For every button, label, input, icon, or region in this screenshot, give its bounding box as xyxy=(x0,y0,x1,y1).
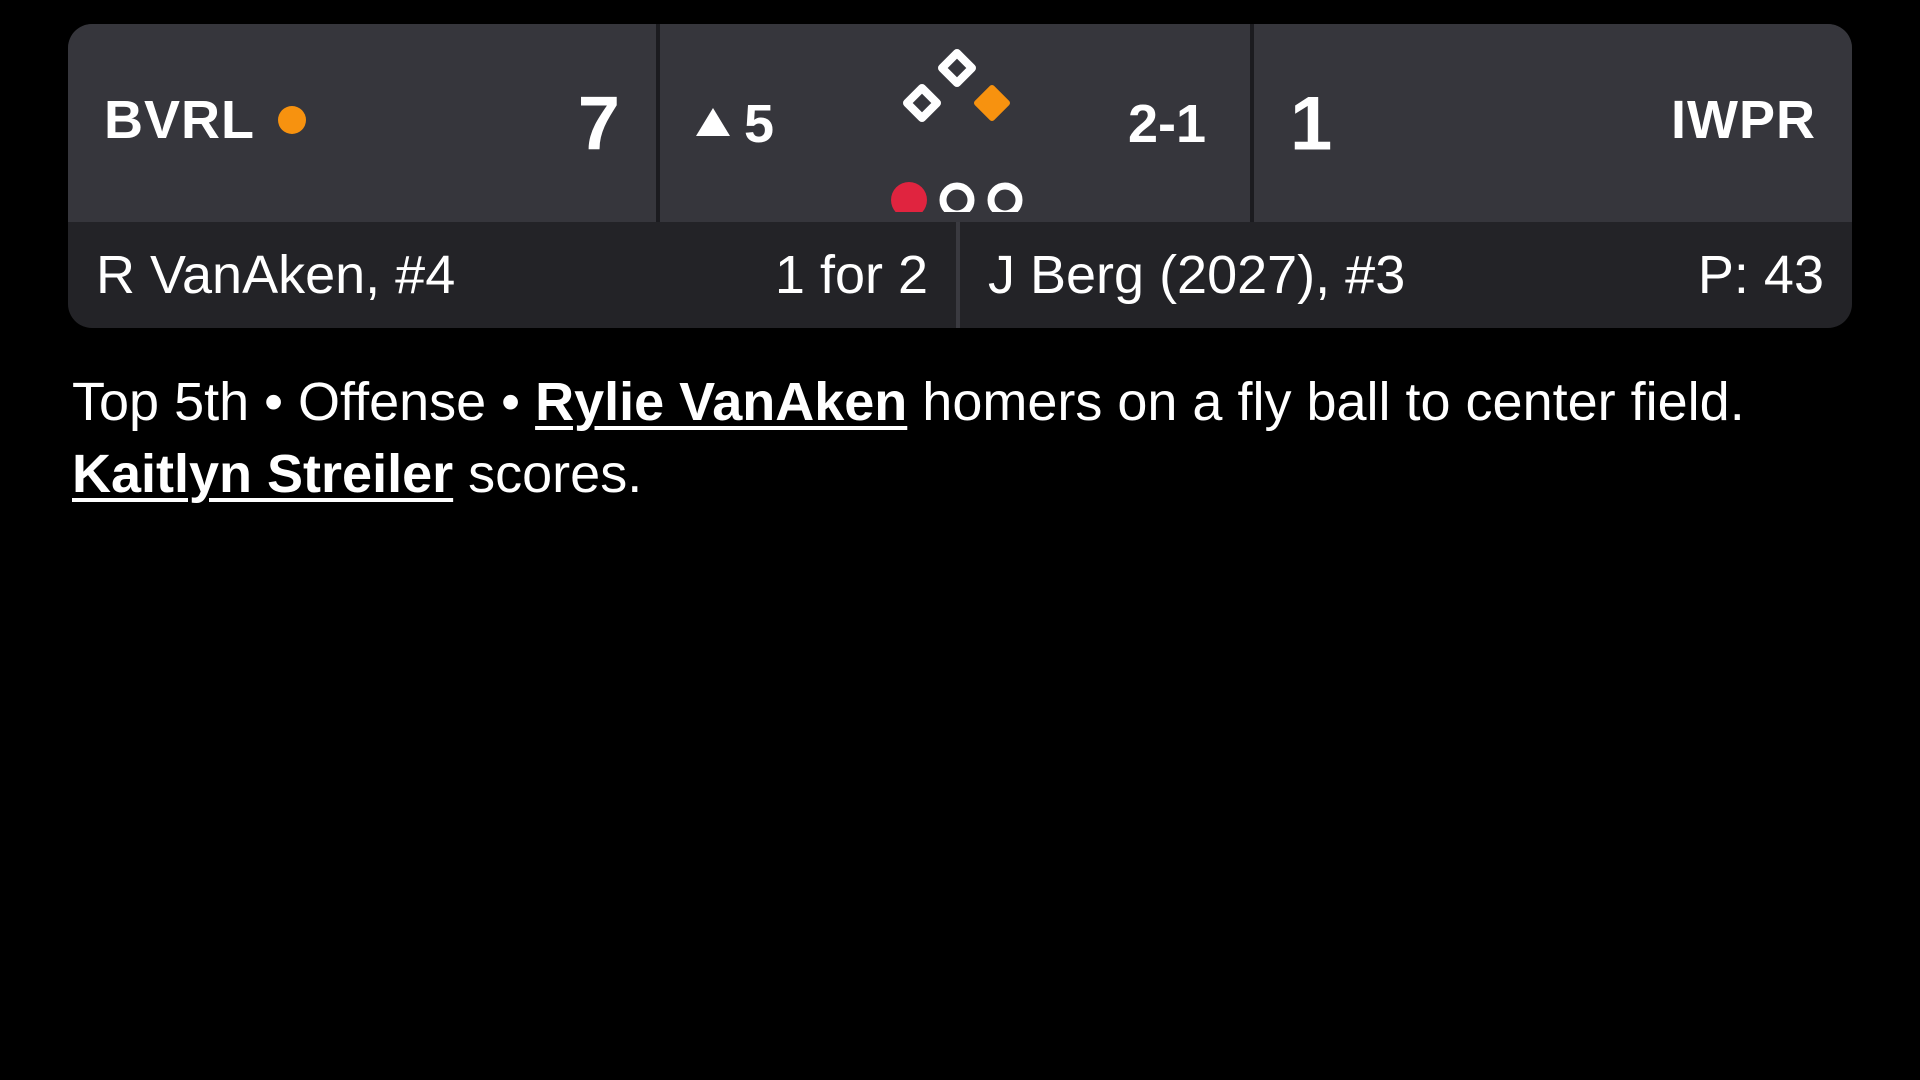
scoreboard: BVRL 7 5 2-1 1 IWPR R VanAken, #4 1 for … xyxy=(68,24,1852,328)
play-suffix: scores. xyxy=(453,444,643,504)
ball-strike-count: 2-1 xyxy=(1127,94,1206,154)
batter-name: R VanAken, #4 xyxy=(96,245,456,305)
triangle-up-icon xyxy=(696,108,730,136)
away-team-score: 7 xyxy=(577,81,620,167)
batter-panel[interactable]: R VanAken, #4 1 for 2 xyxy=(68,222,960,328)
bases-diamond-icon xyxy=(891,49,1023,218)
batter-stat: 1 for 2 xyxy=(774,245,928,305)
first-base-icon xyxy=(974,85,1010,121)
play-middle: homers on a fly ball to center field. xyxy=(907,372,1745,432)
inning-indicator: 5 xyxy=(696,93,774,155)
possession-dot-icon xyxy=(278,106,306,134)
player-link-batter[interactable]: Rylie VanAken xyxy=(535,372,907,432)
play-prefix: Top 5th • Offense • xyxy=(72,372,536,432)
inning-number: 5 xyxy=(744,94,775,154)
bases-and-outs xyxy=(882,42,1032,218)
home-team-score: 1 xyxy=(1290,81,1333,167)
second-base-icon xyxy=(938,49,976,87)
pitcher-name: J Berg (2027), #3 xyxy=(988,245,1406,305)
out-indicator-icon xyxy=(939,182,975,218)
home-team-abbr: IWPR xyxy=(1671,90,1816,150)
game-state-panel: 5 2-1 xyxy=(660,24,1254,222)
out-indicator-icon xyxy=(987,182,1023,218)
third-base-icon xyxy=(903,84,941,122)
out-indicator-icon xyxy=(891,182,927,218)
player-link-runner[interactable]: Kaitlyn Streiler xyxy=(72,444,453,504)
pitch-count: P: 43 xyxy=(1697,245,1824,305)
pitcher-panel[interactable]: J Berg (2027), #3 P: 43 xyxy=(960,222,1852,328)
matchup-row: R VanAken, #4 1 for 2 J Berg (2027), #3 … xyxy=(68,222,1852,328)
away-team-abbr: BVRL xyxy=(104,90,255,150)
home-team-panel[interactable]: 1 IWPR xyxy=(1254,24,1852,222)
play-description: Top 5th • Offense • Rylie VanAken homers… xyxy=(72,366,1852,510)
score-row: BVRL 7 5 2-1 1 IWPR xyxy=(68,24,1852,222)
away-team-panel[interactable]: BVRL 7 xyxy=(68,24,660,222)
